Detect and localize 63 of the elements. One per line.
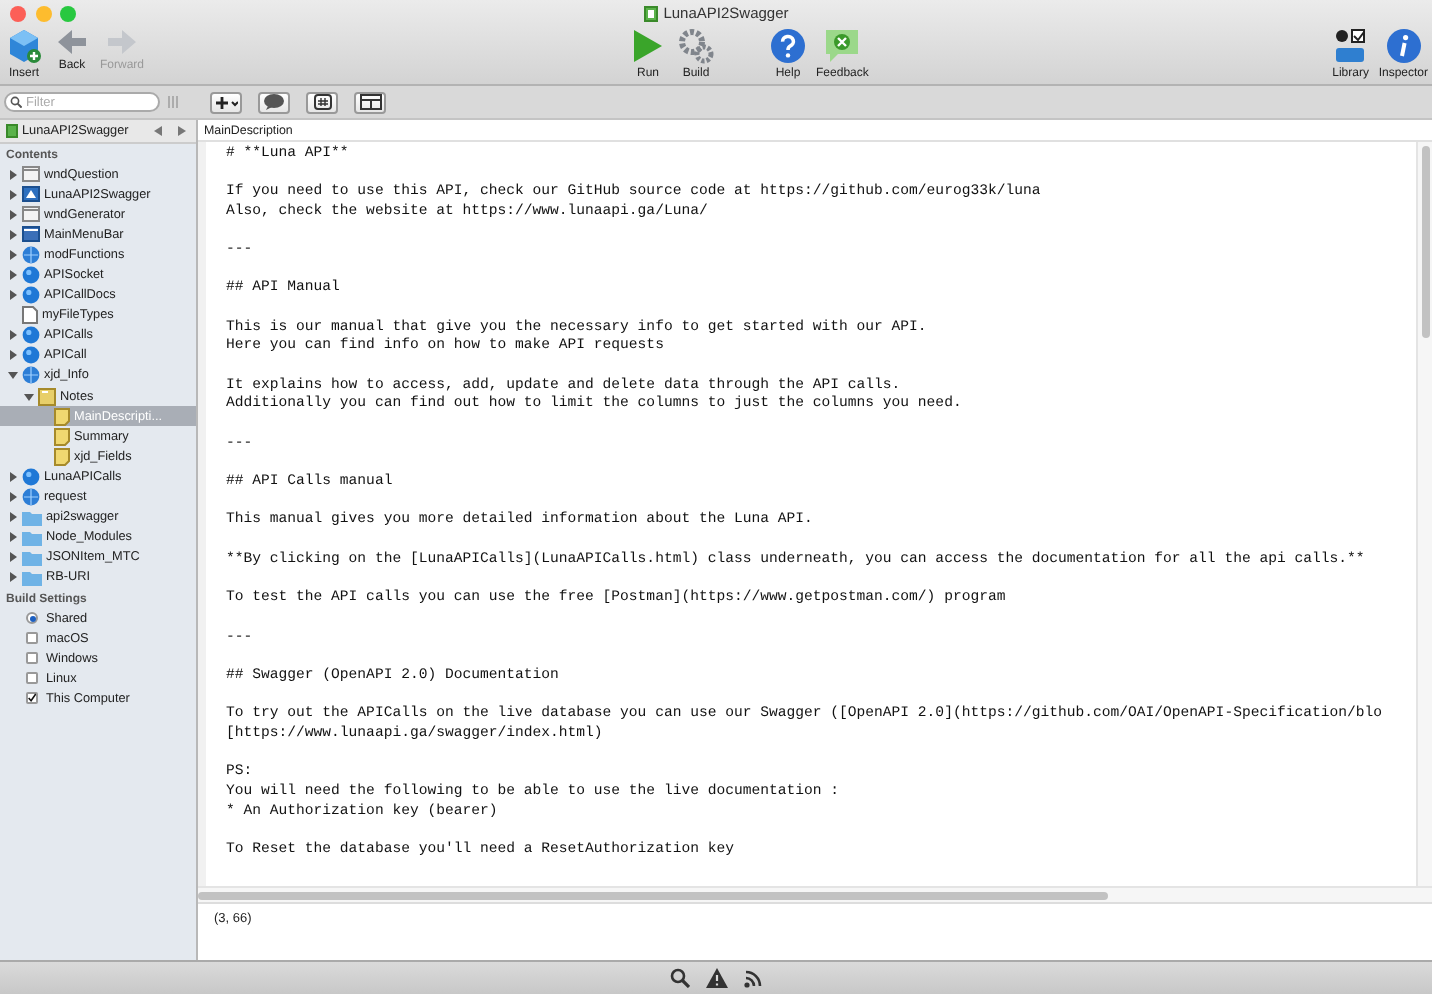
- cube-icon: [6, 28, 42, 64]
- collapsed-triangle-icon[interactable]: [7, 492, 17, 503]
- info-icon: [1385, 28, 1422, 64]
- editor-toolbar-button[interactable]: [306, 91, 338, 113]
- collapsed-triangle-icon[interactable]: [7, 572, 17, 583]
- collapsed-triangle-icon[interactable]: [7, 532, 17, 543]
- sphere-icon: [22, 346, 40, 365]
- collapsed-triangle-icon[interactable]: [7, 330, 17, 341]
- globe-icon: [22, 488, 40, 507]
- collapsed-triangle-icon[interactable]: [7, 552, 17, 563]
- expanded-triangle-icon[interactable]: [23, 391, 33, 402]
- feed-icon[interactable]: [743, 968, 763, 988]
- right-arrow-icon: [106, 28, 138, 56]
- document-icon: [643, 5, 658, 21]
- sphere-icon: [22, 286, 40, 305]
- sphere-icon: [22, 326, 40, 345]
- controls-icon: [1332, 28, 1369, 64]
- close-button[interactable]: [10, 6, 26, 22]
- collapsed-triangle-icon[interactable]: [7, 270, 17, 281]
- globe-icon: [22, 245, 40, 264]
- gears-icon: [678, 28, 715, 64]
- checkbox[interactable]: [26, 672, 38, 685]
- collapsed-triangle-icon[interactable]: [7, 229, 17, 240]
- help-icon: [770, 28, 807, 64]
- collapsed-triangle-icon[interactable]: [7, 471, 17, 482]
- sphere-icon: [22, 467, 40, 486]
- checkbox[interactable]: [26, 632, 38, 645]
- editor-toolbar-button[interactable]: [210, 91, 242, 113]
- vertical-scrollbar[interactable]: [1421, 146, 1429, 338]
- collapsed-triangle-icon[interactable]: [7, 169, 17, 180]
- expanded-triangle-icon[interactable]: [7, 370, 17, 381]
- speech-bubble-icon: [824, 28, 861, 64]
- editor-toolbar-button[interactable]: [354, 91, 386, 113]
- speech-bubble-icon: [264, 94, 284, 110]
- collapsed-triangle-icon[interactable]: [7, 290, 17, 301]
- globe-icon: [22, 366, 40, 385]
- collapsed-triangle-icon[interactable]: [7, 189, 17, 200]
- layout-icon: [359, 94, 381, 110]
- sphere-icon: [22, 266, 40, 285]
- play-icon: [632, 28, 665, 64]
- document-icon: [22, 306, 38, 325]
- window-icon: [22, 206, 40, 223]
- window-icon: [22, 166, 40, 183]
- search-icon[interactable]: [669, 968, 689, 988]
- left-arrow-icon: [56, 28, 88, 56]
- app-window-icon: [22, 186, 40, 203]
- checkbox[interactable]: [26, 652, 38, 665]
- left-triangle-icon[interactable]: [154, 126, 162, 136]
- collapsed-triangle-icon[interactable]: [7, 512, 17, 523]
- plus-icon: [215, 95, 237, 109]
- document-icon: [6, 124, 18, 138]
- checkbox[interactable]: [26, 692, 38, 705]
- collapsed-triangle-icon[interactable]: [7, 209, 17, 220]
- editor-toolbar-button[interactable]: [258, 91, 290, 113]
- hash-icon: [313, 94, 331, 110]
- warning-icon[interactable]: [705, 968, 727, 988]
- menubar-icon: [22, 226, 40, 243]
- right-triangle-icon[interactable]: [178, 126, 186, 136]
- collapsed-triangle-icon[interactable]: [7, 350, 17, 361]
- radio-button[interactable]: [26, 612, 38, 625]
- splitter-handle-icon[interactable]: [168, 96, 178, 108]
- collapsed-triangle-icon[interactable]: [7, 249, 17, 260]
- notes-folder-icon: [38, 387, 56, 406]
